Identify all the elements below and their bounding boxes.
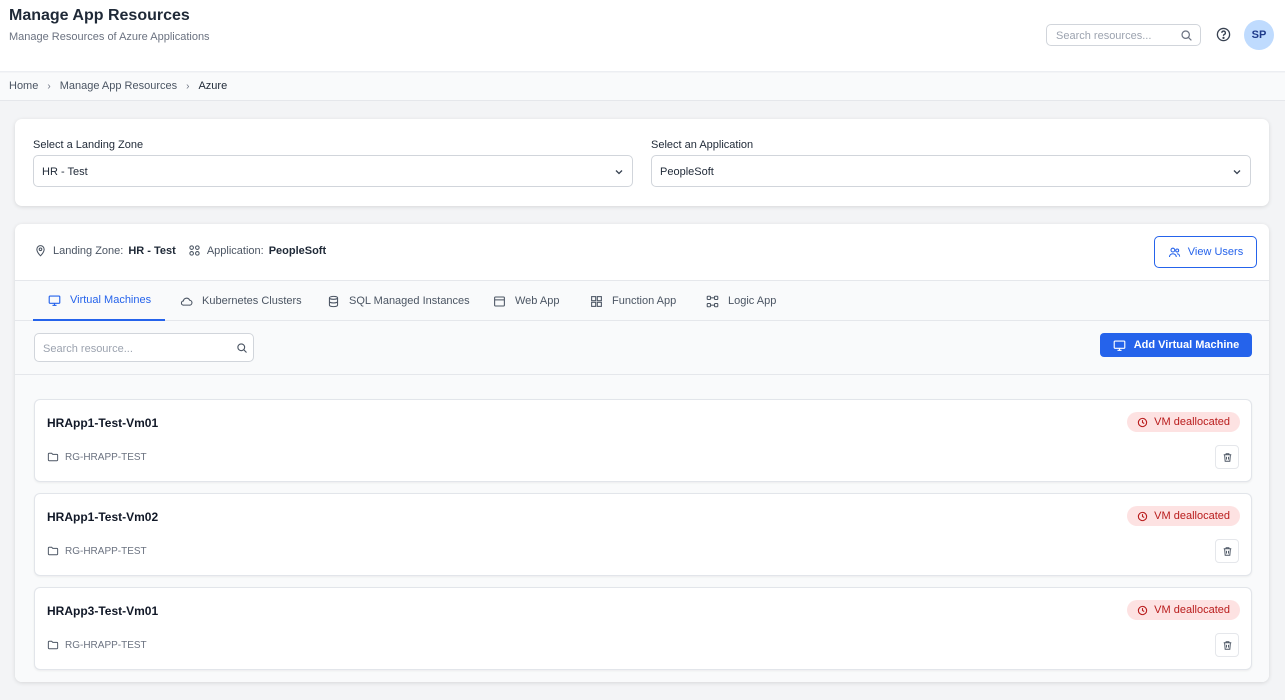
add-virtual-machine-label: Add Virtual Machine [1133, 339, 1240, 351]
status-text: VM deallocated [1154, 416, 1230, 428]
context-application-label: Application: [206, 244, 264, 257]
tab-function-app[interactable]: Function App [590, 281, 676, 321]
resources-card: Landing Zone: HR - Test Application: Peo… [15, 224, 1269, 682]
vm-list: HRApp1-Test-Vm01 RG-HRAPP-TEST VM deallo… [15, 375, 1269, 682]
vm-list-item[interactable]: HRApp1-Test-Vm02 RG-HRAPP-TEST VM deallo… [34, 493, 1252, 576]
folder-icon [47, 640, 59, 650]
help-icon[interactable] [1216, 27, 1231, 42]
map-pin-icon [36, 245, 45, 257]
search-icon [1181, 30, 1192, 41]
database-icon [328, 295, 339, 307]
application-selected-value: PeopleSoft [660, 166, 714, 178]
view-users-button[interactable]: View Users [1154, 236, 1257, 268]
tab-label: Web App [515, 295, 560, 307]
users-icon [1168, 247, 1180, 257]
vm-name: HRApp1-Test-Vm02 [47, 510, 159, 524]
resource-type-tabs: Virtual Machines Kubernetes Clusters SQL… [15, 280, 1269, 321]
tab-label: Kubernetes Clusters [202, 295, 302, 307]
resource-search-input[interactable] [43, 341, 228, 356]
tab-logic-app[interactable]: Logic App [706, 281, 776, 321]
breadcrumb-bar: Home › Manage App Resources › Azure [0, 73, 1285, 101]
vm-name: HRApp3-Test-Vm01 [47, 604, 159, 618]
tab-virtual-machines[interactable]: Virtual Machines [33, 281, 165, 321]
landing-zone-select[interactable]: HR - Test [33, 155, 633, 187]
delete-button[interactable] [1215, 539, 1239, 563]
monitor-icon [1113, 339, 1126, 351]
tab-web-app[interactable]: Web App [493, 281, 559, 321]
landing-zone-selected-value: HR - Test [42, 166, 88, 178]
folder-icon [47, 546, 59, 556]
tab-kubernetes-clusters[interactable]: Kubernetes Clusters [180, 281, 302, 321]
breadcrumb: Home › Manage App Resources › Azure [9, 80, 227, 92]
delete-button[interactable] [1215, 445, 1239, 469]
view-users-label: View Users [1187, 246, 1244, 258]
context-application-value: PeopleSoft [268, 244, 327, 257]
folder-icon [47, 452, 59, 462]
trash-icon [1223, 452, 1231, 462]
chevron-down-icon [615, 170, 623, 175]
resource-group-name: RG-HRAPP-TEST [65, 451, 147, 463]
workflow-icon [706, 295, 719, 307]
application-select[interactable]: PeopleSoft [651, 155, 1251, 187]
resource-search-box[interactable] [34, 333, 254, 362]
context-landing-zone-label: Landing Zone: [53, 244, 124, 257]
add-virtual-machine-button[interactable]: Add Virtual Machine [1100, 333, 1252, 357]
status-badge: VM deallocated [1127, 506, 1240, 526]
resource-group: RG-HRAPP-TEST [47, 639, 147, 651]
vm-name: HRApp1-Test-Vm01 [47, 416, 159, 430]
status-badge: VM deallocated [1127, 412, 1240, 432]
trash-icon [1223, 640, 1231, 650]
search-icon [237, 343, 247, 353]
context-landing-zone-value: HR - Test [128, 244, 176, 257]
page-title: Manage App Resources [9, 7, 190, 24]
breadcrumb-home[interactable]: Home [9, 80, 38, 92]
user-avatar[interactable]: SP [1244, 20, 1274, 50]
application-label: Select an Application [651, 139, 754, 151]
tab-label: Virtual Machines [70, 294, 152, 306]
browser-window-icon [494, 296, 505, 306]
clock-icon [1137, 605, 1148, 615]
breadcrumb-manage-app-resources[interactable]: Manage App Resources [60, 80, 177, 92]
chevron-down-icon [1233, 170, 1241, 175]
cloud-icon [180, 297, 193, 306]
chevron-right-icon: › [47, 80, 51, 92]
tab-label: Function App [612, 295, 677, 307]
clock-icon [1137, 511, 1148, 521]
page-subtitle: Manage Resources of Azure Applications [9, 31, 210, 43]
global-search-input[interactable] [1056, 28, 1181, 43]
status-text: VM deallocated [1154, 510, 1230, 522]
delete-button[interactable] [1215, 633, 1239, 657]
chevron-right-icon: › [186, 80, 190, 92]
context-summary: Landing Zone: HR - Test Application: Peo… [34, 244, 338, 257]
resource-toolbar: Add Virtual Machine [15, 321, 1269, 375]
clock-icon [1137, 417, 1148, 427]
status-badge: VM deallocated [1127, 600, 1240, 620]
selector-card: Select a Landing Zone HR - Test Select a… [15, 119, 1269, 206]
resource-group: RG-HRAPP-TEST [47, 451, 147, 463]
resource-group-name: RG-HRAPP-TEST [65, 545, 147, 557]
global-search-box[interactable] [1046, 24, 1201, 46]
tab-sql-managed-instances[interactable]: SQL Managed Instances [327, 281, 470, 321]
tab-label: Logic App [728, 295, 777, 307]
resource-group-name: RG-HRAPP-TEST [65, 639, 147, 651]
resource-group: RG-HRAPP-TEST [47, 545, 147, 557]
app-header: Manage App Resources Manage Resources of… [0, 0, 1285, 72]
grid-icon [591, 295, 602, 307]
grid-icon [189, 245, 200, 256]
breadcrumb-current: Azure [198, 80, 228, 92]
status-text: VM deallocated [1154, 604, 1230, 616]
tab-label: SQL Managed Instances [349, 295, 470, 307]
landing-zone-label: Select a Landing Zone [33, 139, 144, 151]
trash-icon [1223, 546, 1231, 556]
vm-list-item[interactable]: HRApp3-Test-Vm01 RG-HRAPP-TEST VM deallo… [34, 587, 1252, 670]
monitor-icon [48, 294, 61, 306]
vm-list-item[interactable]: HRApp1-Test-Vm01 RG-HRAPP-TEST VM deallo… [34, 399, 1252, 482]
